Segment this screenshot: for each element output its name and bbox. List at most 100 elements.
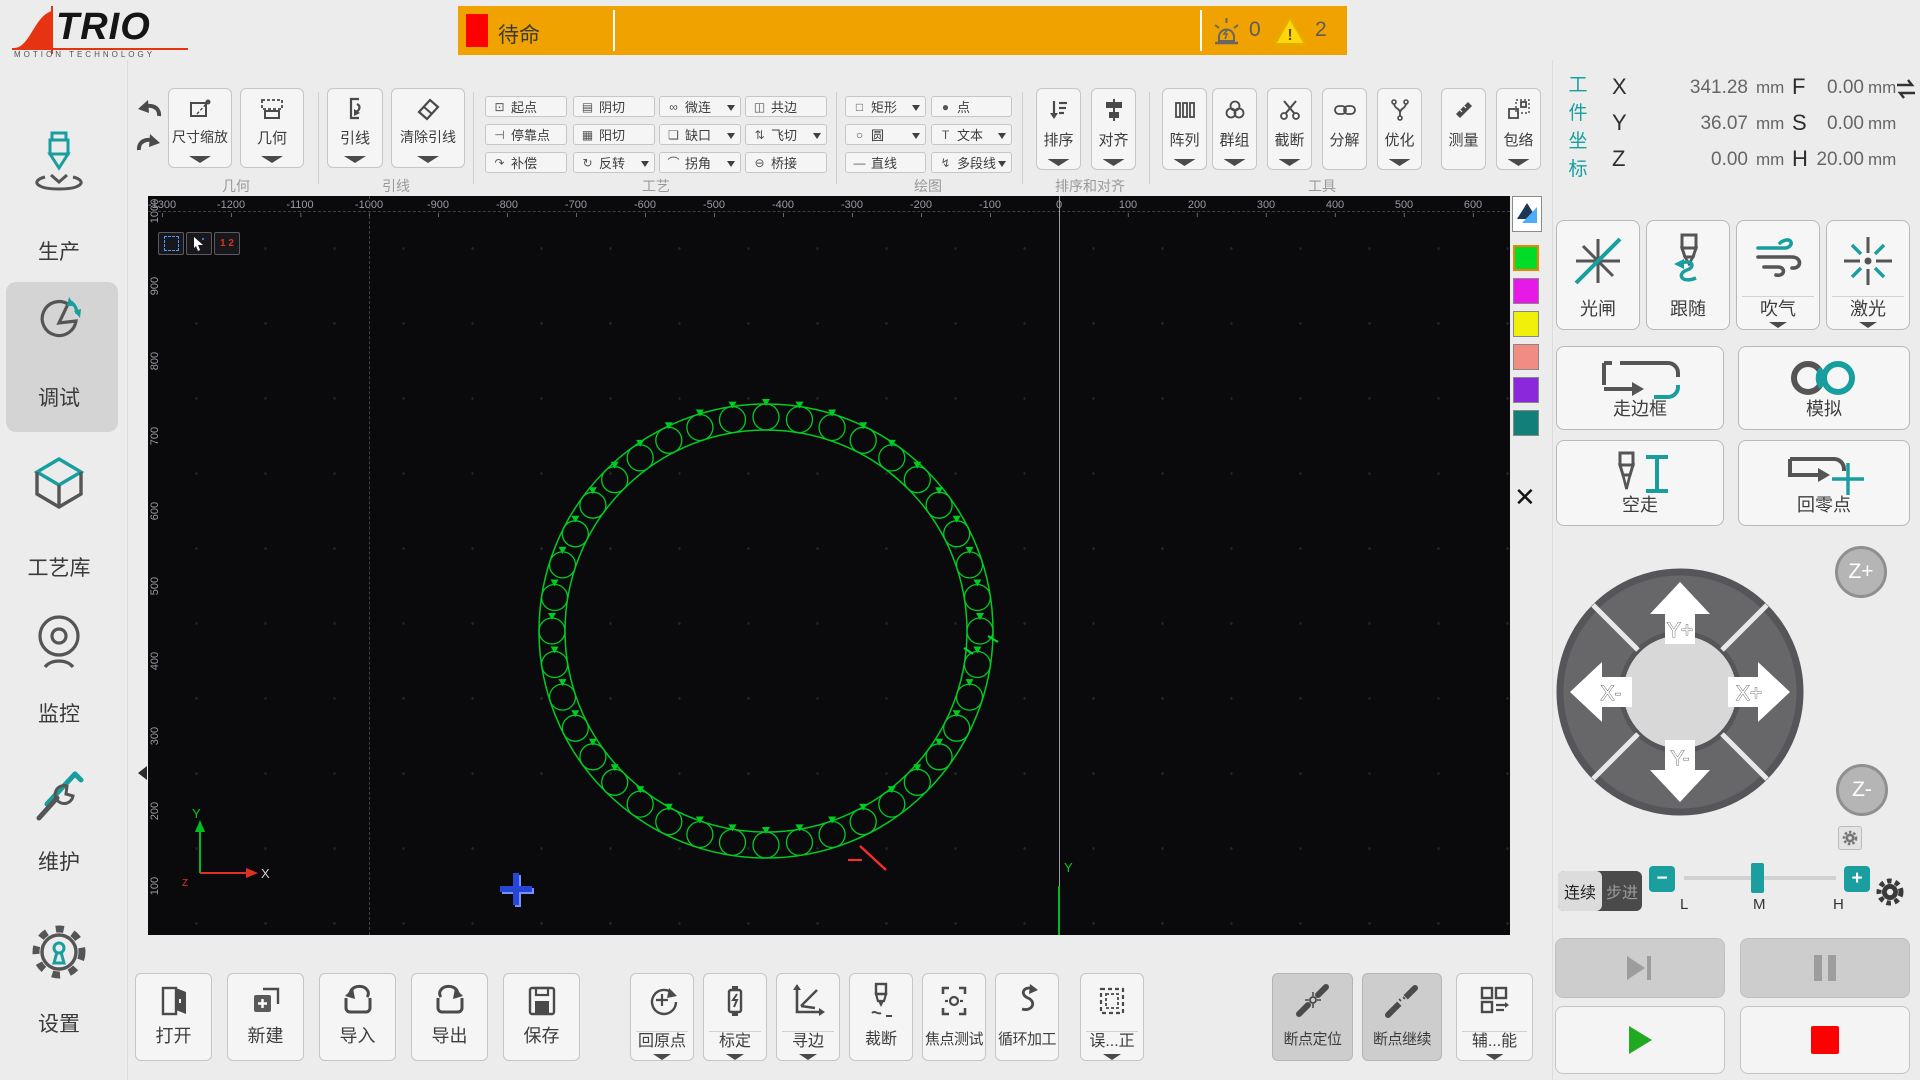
canvas-cursor-tool[interactable] bbox=[186, 232, 212, 255]
ribbon-button-bridge[interactable]: ⊖桥接 bbox=[745, 152, 827, 173]
sidebar-item-maintenance[interactable] bbox=[31, 766, 87, 832]
ribbon-button-scale[interactable]: 尺寸缩放 bbox=[168, 88, 232, 168]
bottom-button-error-correct[interactable]: 误...正 bbox=[1080, 973, 1144, 1061]
sidebar-item-monitor[interactable] bbox=[33, 612, 85, 678]
ribbon-button-rectangle[interactable]: □矩形 bbox=[845, 96, 926, 117]
canvas-collapse-arrow[interactable] bbox=[131, 766, 147, 780]
sidebar-label-debug[interactable]: 调试 bbox=[0, 382, 118, 412]
sidebar-label-settings[interactable]: 设置 bbox=[0, 1008, 118, 1038]
sidebar-label-monitor[interactable]: 监控 bbox=[0, 698, 118, 728]
ribbon-button-corner[interactable]: ⌒拐角 bbox=[659, 152, 741, 173]
action-button-simulate[interactable]: 模拟 bbox=[1738, 346, 1910, 430]
ribbon-button-polyline[interactable]: ↯多段线 bbox=[931, 152, 1012, 173]
bottom-button-save[interactable]: 保存 bbox=[503, 973, 580, 1061]
ribbon-button-common-edge[interactable]: ◫共边 bbox=[745, 96, 827, 117]
speed-minus-button[interactable]: − bbox=[1649, 866, 1675, 892]
bottom-button-home[interactable]: 回原点 bbox=[630, 973, 694, 1061]
view-layers-button[interactable] bbox=[1512, 196, 1542, 232]
jog-mode-toggle[interactable]: 连续 步进 bbox=[1558, 871, 1642, 911]
ribbon-button-truncate[interactable]: 截断 bbox=[1267, 88, 1312, 170]
ribbon-button-male-cut[interactable]: ▦阳切 bbox=[573, 124, 655, 145]
ribbon-button-lead[interactable]: 引线 bbox=[327, 88, 383, 168]
ribbon-button-text[interactable]: T文本 bbox=[931, 124, 1012, 145]
redo-icon[interactable] bbox=[134, 128, 164, 154]
jog-z-minus-button[interactable]: Z- bbox=[1836, 764, 1888, 816]
ribbon-button-start-point[interactable]: ⊡起点 bbox=[485, 96, 567, 117]
bottom-button-breakpoint-locate[interactable]: 断点定位 bbox=[1272, 973, 1353, 1061]
bottom-button-export[interactable]: 导出 bbox=[411, 973, 488, 1061]
action-button-dry-run[interactable]: 空走 bbox=[1556, 440, 1724, 526]
bottom-button-edge-seek[interactable]: 寻边 bbox=[776, 973, 840, 1061]
ribbon-button-female-cut[interactable]: ▤阴切 bbox=[573, 96, 655, 117]
palette-color-0[interactable] bbox=[1513, 245, 1539, 271]
stop-button[interactable] bbox=[1740, 1006, 1910, 1074]
ribbon-button-geometry[interactable]: 几何 bbox=[240, 88, 304, 168]
machine-button-shutter[interactable]: 光闸 bbox=[1556, 220, 1640, 330]
step-run-button[interactable] bbox=[1555, 938, 1725, 998]
palette-color-4[interactable] bbox=[1513, 377, 1539, 403]
canvas-select-tool[interactable] bbox=[158, 232, 184, 255]
sidebar-label-maintenance[interactable]: 维护 bbox=[0, 846, 118, 876]
jog-z-plus-button[interactable]: Z+ bbox=[1835, 546, 1887, 598]
drawing-canvas[interactable]: -1300-1200-1100-1000-900-800-700-600-500… bbox=[148, 196, 1510, 935]
canvas-sequence-tool[interactable]: 1 2 bbox=[214, 232, 240, 255]
palette-color-5[interactable] bbox=[1513, 410, 1539, 436]
ribbon-button-compensation[interactable]: ↷补偿 bbox=[485, 152, 567, 173]
alarm-lamp-icon[interactable] bbox=[1211, 15, 1241, 47]
sidebar-item-debug[interactable] bbox=[31, 294, 91, 360]
ribbon-button-clear-lead[interactable]: 清除引线 bbox=[391, 88, 465, 168]
action-button-frame-run[interactable]: 走边框 bbox=[1556, 346, 1724, 430]
sidebar-label-production[interactable]: 生产 bbox=[0, 236, 118, 266]
bottom-button-loop-process[interactable]: 循环加工 bbox=[995, 973, 1059, 1061]
bottom-button-calibrate[interactable]: 标定 bbox=[703, 973, 767, 1061]
loop-process-icon bbox=[996, 982, 1058, 1020]
action-button-return-zero[interactable]: 回零点 bbox=[1738, 440, 1910, 526]
speed-settings-gear-icon[interactable] bbox=[1876, 878, 1904, 906]
mode-step[interactable]: 步进 bbox=[1602, 871, 1642, 911]
speed-slider-thumb[interactable] bbox=[1751, 863, 1764, 893]
ribbon-button-reverse[interactable]: ↻反转 bbox=[573, 152, 655, 173]
jog-wheel[interactable]: Y+ Y- X- X+ bbox=[1548, 560, 1812, 824]
bottom-button-import[interactable]: 导入 bbox=[319, 973, 396, 1061]
sidebar-item-settings[interactable] bbox=[31, 922, 87, 988]
ribbon-button-fly-cut[interactable]: ⇅飞切 bbox=[745, 124, 827, 145]
ribbon-button-micro-joint[interactable]: ∞微连 bbox=[659, 96, 741, 117]
ribbon-button-group[interactable]: 群组 bbox=[1212, 88, 1257, 170]
ribbon-button-circle[interactable]: ○圆 bbox=[845, 124, 926, 145]
bottom-button-open[interactable]: 打开 bbox=[135, 973, 212, 1061]
ribbon-button-line[interactable]: —直线 bbox=[845, 152, 926, 173]
sidebar-item-production[interactable] bbox=[31, 129, 87, 215]
ribbon-button-notch[interactable]: ❏缺口 bbox=[659, 124, 741, 145]
machine-button-follow[interactable]: 跟随 bbox=[1646, 220, 1730, 330]
ribbon-button-sort[interactable]: 排序 bbox=[1036, 88, 1081, 170]
sidebar-label-process-library[interactable]: 工艺库 bbox=[0, 552, 118, 582]
ribbon-button-dock-point[interactable]: ⊣停靠点 bbox=[485, 124, 567, 145]
ribbon-button-align[interactable]: 对齐 bbox=[1091, 88, 1136, 170]
close-icon[interactable]: ✕ bbox=[1514, 482, 1536, 513]
bottom-button-new[interactable]: 新建 bbox=[227, 973, 304, 1061]
sidebar-item-process-library[interactable] bbox=[29, 453, 89, 529]
mode-continuous[interactable]: 连续 bbox=[1558, 871, 1602, 911]
start-button[interactable] bbox=[1555, 1006, 1725, 1074]
machine-button-air[interactable]: 吹气 bbox=[1736, 220, 1820, 330]
undo-icon[interactable] bbox=[134, 94, 164, 120]
ribbon-button-array[interactable]: 阵列 bbox=[1162, 88, 1207, 170]
jog-settings-button[interactable] bbox=[1838, 826, 1862, 850]
bottom-button-focus-test[interactable]: 焦点测试 bbox=[922, 973, 986, 1061]
speed-plus-button[interactable]: + bbox=[1844, 866, 1870, 892]
palette-color-2[interactable] bbox=[1513, 311, 1539, 337]
ribbon-button-measure[interactable]: 测量 bbox=[1441, 88, 1486, 170]
bottom-button-cutoff[interactable]: 裁断 bbox=[849, 973, 913, 1061]
pause-button[interactable] bbox=[1740, 938, 1910, 998]
palette-color-3[interactable] bbox=[1513, 344, 1539, 370]
ribbon-button-envelope[interactable]: 包络 bbox=[1496, 88, 1541, 170]
ribbon-button-explode[interactable]: 分解 bbox=[1322, 88, 1367, 170]
bottom-button-breakpoint-continue[interactable]: 断点继续 bbox=[1362, 973, 1442, 1061]
warning-triangle-icon[interactable]: ! bbox=[1273, 16, 1307, 46]
ribbon-button-optimize[interactable]: 优化 bbox=[1377, 88, 1422, 170]
ribbon-button-point[interactable]: ●点 bbox=[931, 96, 1012, 117]
palette-color-1[interactable] bbox=[1513, 278, 1539, 304]
bottom-button-aux-function[interactable]: 辅...能 bbox=[1456, 973, 1533, 1061]
machine-button-laser[interactable]: 激光 bbox=[1826, 220, 1910, 330]
swap-coords-icon[interactable] bbox=[1893, 78, 1919, 100]
